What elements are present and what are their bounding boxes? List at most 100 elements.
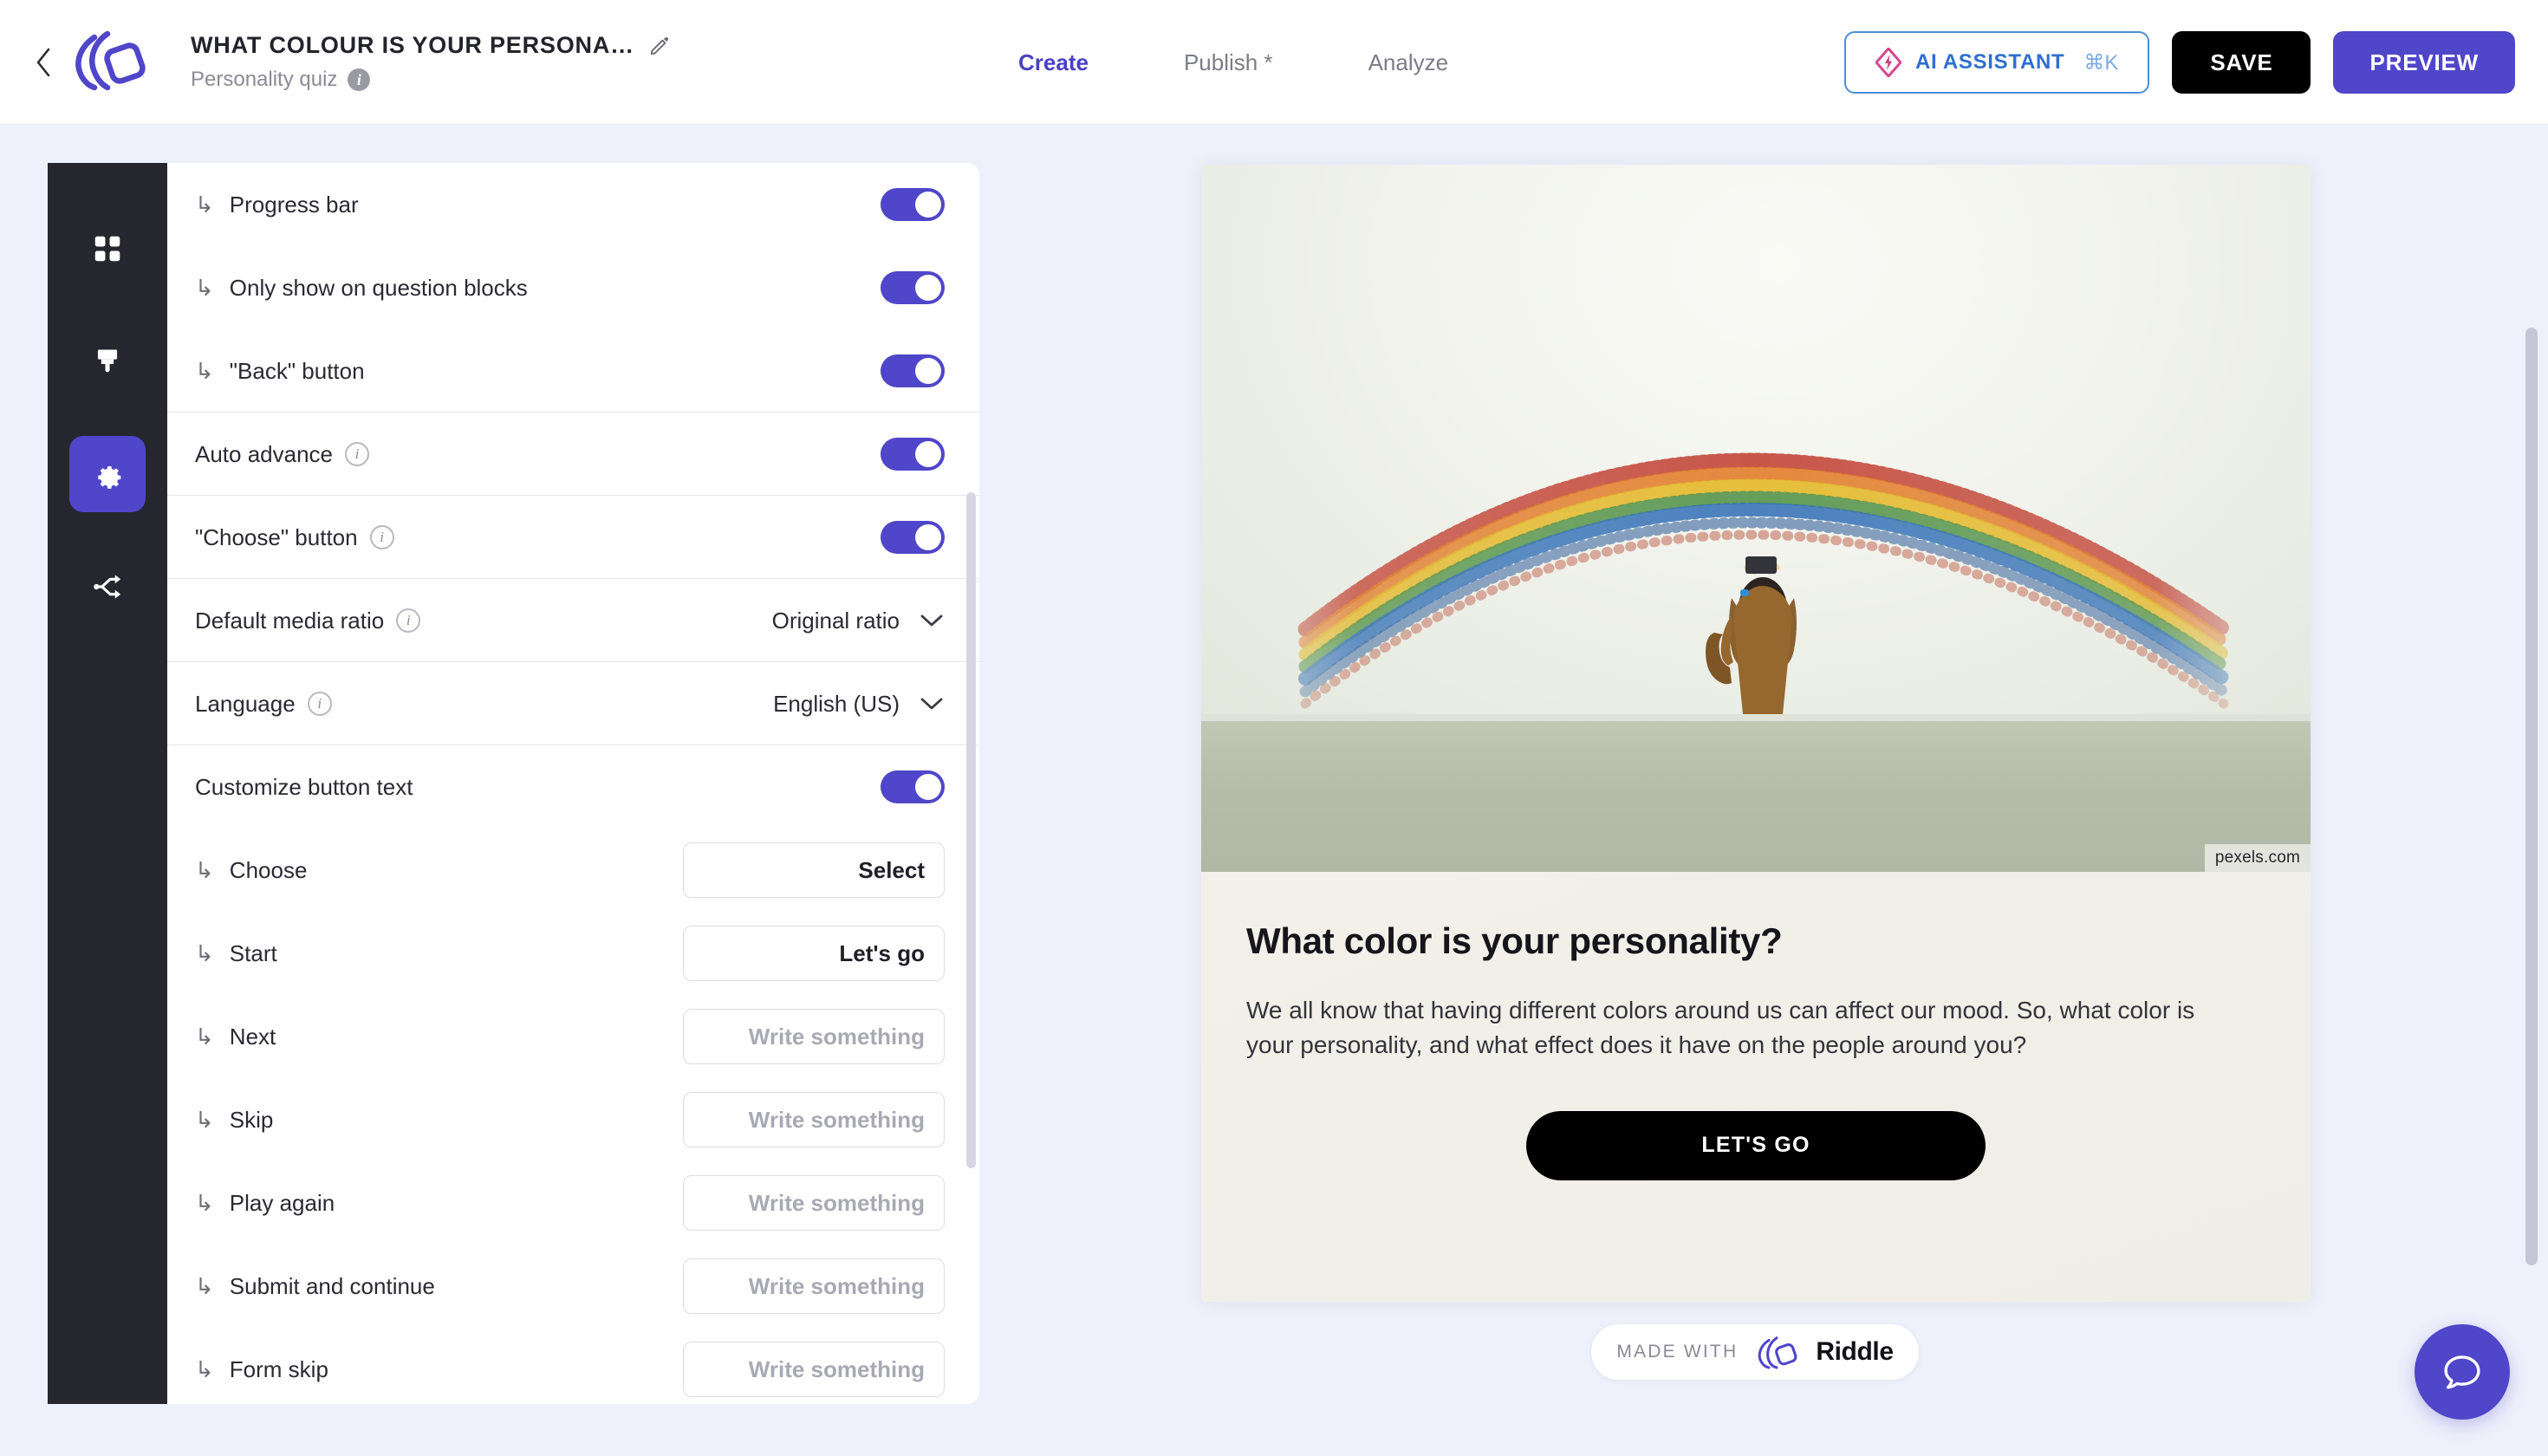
quiz-type-label: Personality quiz [191,68,338,91]
ai-assistant-button[interactable]: AI ASSISTANT ⌘K [1843,31,2150,94]
default-media-ratio-value: Original ratio [771,607,900,634]
indent-arrow-icon: ↳ [195,1272,214,1299]
setting-row-language[interactable]: Language i English (US) [167,662,979,745]
setting-row-next-text[interactable]: ↳ Next Write something [167,995,979,1078]
setting-row-auto-advance[interactable]: Auto advance i [167,413,979,496]
info-icon[interactable]: i [369,525,394,549]
edit-title-button[interactable] [648,35,671,57]
page-title: WHAT COLOUR IS YOUR PERSONA… [191,32,634,58]
setting-label: Language [195,690,296,717]
input-submit-continue-text[interactable]: Write something [683,1258,945,1314]
made-with-riddle-badge[interactable]: MADE WITH Riddle [1591,1324,1919,1380]
setting-row-skip-text[interactable]: ↳ Skip Write something [167,1078,979,1161]
input-choose-text[interactable]: Select [683,842,945,898]
setting-row-play-again-text[interactable]: ↳ Play again Write something [167,1161,979,1245]
info-icon[interactable]: i [348,68,371,91]
setting-label: Start [229,939,277,966]
setting-row-back-button[interactable]: ↳ "Back" button [167,329,979,413]
setting-row-progress-bar[interactable]: ↳ Progress bar [167,163,979,246]
page-scrollbar[interactable] [2525,328,2538,1265]
hero-floor [1201,719,2311,872]
setting-label: Default media ratio [195,607,385,634]
toggle-back-button[interactable] [881,354,945,387]
setting-row-default-media-ratio[interactable]: Default media ratio i Original ratio [167,579,979,662]
input-skip-text[interactable]: Write something [683,1092,945,1147]
setting-label: Play again [229,1189,335,1216]
setting-label: Submit and continue [229,1272,435,1299]
info-icon[interactable]: i [396,608,421,633]
info-icon[interactable]: i [307,692,332,716]
chevron-left-icon [36,48,50,76]
indent-arrow-icon: ↳ [195,1189,214,1216]
chevron-down-icon[interactable] [919,695,945,712]
editor-sidebar-rail [48,163,167,1404]
preview-caption: What color is your personality? We all k… [1201,872,2311,1180]
setting-row-choose-text[interactable]: ↳ Choose Select [167,829,979,912]
tab-create[interactable]: Create [1018,49,1089,76]
setting-row-submit-continue-text[interactable]: ↳ Submit and continue Write something [167,1245,979,1328]
setting-label: Only show on question blocks [229,274,528,301]
indent-arrow-icon: ↳ [195,1023,214,1050]
hero-image: pexels.com [1201,165,2311,872]
toggle-only-question-blocks[interactable] [881,271,945,304]
paintbrush-icon [97,349,118,373]
save-button[interactable]: SAVE [2172,31,2311,94]
setting-label: Progress bar [229,191,359,218]
made-with-label: MADE WITH [1616,1342,1739,1362]
setting-label: Auto advance [195,440,334,467]
pencil-icon [650,36,668,55]
preview-description: We all know that having different colors… [1246,997,2195,1058]
settings-panel-scrollbar[interactable] [966,492,976,1168]
setting-row-choose-button[interactable]: "Choose" button i [167,496,979,579]
info-icon[interactable]: i [345,442,370,466]
gear-icon [98,466,121,489]
toggle-progress-bar[interactable] [881,188,945,221]
sidebar-item-design[interactable] [69,323,146,400]
setting-row-customize-button-text[interactable]: Customize button text [167,745,979,829]
indent-arrow-icon: ↳ [195,191,214,218]
setting-row-start-text[interactable]: ↳ Start Let's go [167,912,979,995]
language-value: English (US) [773,690,900,717]
sidebar-item-logic[interactable] [69,549,146,625]
tab-analyze[interactable]: Analyze [1368,49,1449,76]
input-start-text[interactable]: Let's go [683,926,945,981]
input-play-again-text[interactable]: Write something [683,1175,945,1231]
preview-button[interactable]: PREVIEW [2333,31,2515,94]
setting-label: "Choose" button [195,523,358,550]
back-button[interactable] [26,45,61,80]
toggle-customize-button-text[interactable] [881,770,945,803]
sidebar-item-settings[interactable] [69,436,146,512]
tab-publish[interactable]: Publish * [1184,49,1273,76]
chevron-down-icon[interactable] [919,612,945,629]
setting-row-form-skip-text[interactable]: ↳ Form skip Write something [167,1328,979,1404]
settings-panel: ↳ Progress bar ↳ Only show on question b… [167,163,979,1404]
indent-arrow-icon: ↳ [195,1106,214,1133]
setting-label: Form skip [229,1355,328,1382]
indent-arrow-icon: ↳ [195,856,214,883]
indent-arrow-icon: ↳ [195,357,214,384]
settings-panel-scroll-area[interactable]: ↳ Progress bar ↳ Only show on question b… [167,163,979,1404]
header-actions: AI ASSISTANT ⌘K SAVE PREVIEW [1843,0,2515,125]
toggle-auto-advance[interactable] [881,438,945,471]
grid-icon [94,236,120,262]
setting-label: Next [229,1023,276,1050]
ai-assistant-label: AI ASSISTANT [1914,50,2065,74]
riddle-logo[interactable] [68,26,154,99]
quiz-preview-card: pexels.com What color is your personalit… [1201,165,2311,1302]
indent-arrow-icon: ↳ [195,939,214,966]
indent-arrow-icon: ↳ [195,274,214,301]
preview-question-title: What color is your personality? [1246,920,1783,961]
input-form-skip-text[interactable]: Write something [683,1342,945,1397]
chat-support-button[interactable] [2415,1324,2510,1420]
main-nav-tabs: Create Publish * Analyze [1018,0,1448,125]
sidebar-item-blocks[interactable] [69,211,146,287]
input-next-text[interactable]: Write something [683,1009,945,1064]
chat-bubble-icon [2444,1355,2480,1389]
setting-row-only-question-blocks[interactable]: ↳ Only show on question blocks [167,246,979,329]
share-nodes-icon [94,575,121,599]
toggle-choose-button[interactable] [881,521,945,554]
hero-baseboard [1201,714,2311,721]
image-watermark: pexels.com [2204,844,2311,872]
setting-label: Choose [229,856,308,883]
preview-cta-button[interactable]: LET'S GO [1526,1110,1986,1180]
